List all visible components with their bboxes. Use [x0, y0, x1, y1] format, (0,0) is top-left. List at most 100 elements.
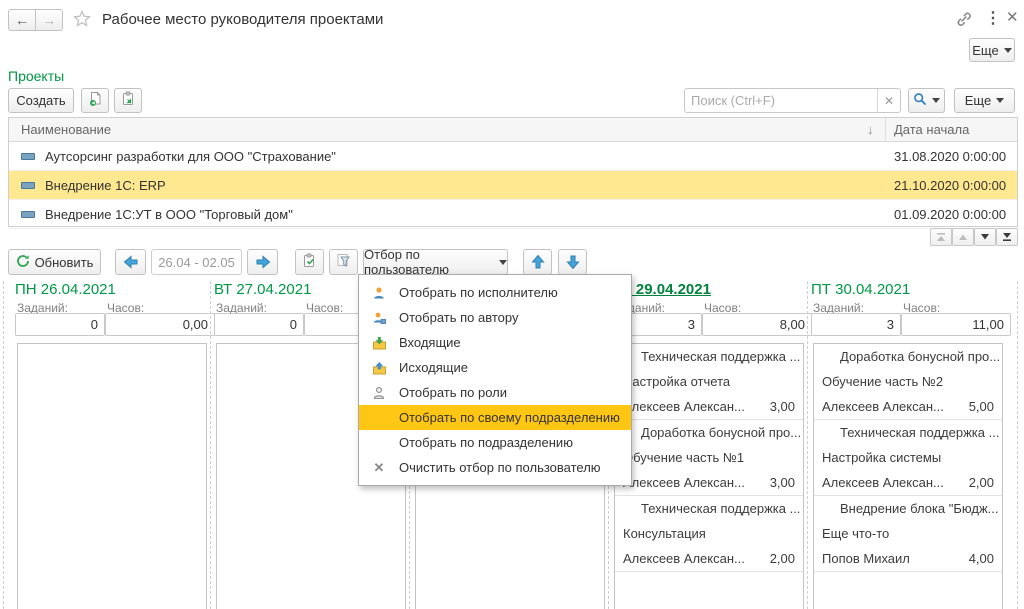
menu-item-label: Отобрать по роли	[399, 385, 508, 400]
menu-item-label: Отобрать по подразделению	[399, 435, 573, 450]
role-icon	[371, 385, 387, 401]
forward-icon: →	[42, 12, 56, 28]
project-name: Аутсорсинг разработки для ООО "Страхован…	[45, 148, 336, 164]
scroll-up-button[interactable]	[952, 228, 974, 246]
back-button[interactable]: ←	[8, 9, 36, 31]
scroll-last-button[interactable]	[996, 228, 1018, 246]
task-assignee-row: Алексеев Алексан... 3,00	[615, 470, 803, 495]
refresh-icon	[16, 254, 30, 271]
next-period-button[interactable]	[247, 249, 278, 275]
table-header[interactable]: Наименование ↓ Дата начала	[9, 118, 1017, 142]
create-by-copy-button[interactable]	[81, 88, 109, 113]
chevron-down-icon	[499, 259, 507, 265]
menu-item[interactable]: Отобрать по роли	[359, 380, 631, 405]
search-clear-icon[interactable]: ✕	[877, 89, 900, 112]
clear-icon: ✕	[373, 459, 385, 475]
clipboard-check-icon	[302, 253, 317, 272]
task-project-name: Доработка бонусной про...	[641, 425, 802, 440]
menu-item[interactable]: Исходящие	[359, 355, 631, 380]
task-card[interactable]: Техническая поддержка ... Настройка систе…	[814, 420, 1002, 496]
tasks-count-field[interactable]: 0	[214, 313, 304, 336]
task-card[interactable]: Техническая поддержка ... Настройка отчет…	[615, 344, 803, 420]
clipboard-button[interactable]	[114, 88, 142, 113]
table-row[interactable]: Внедрение 1С: ERP 21.10.2020 0:00:00	[9, 171, 1017, 200]
task-assignee-row: Алексеев Алексан... 2,00	[615, 546, 803, 571]
forward-button[interactable]: →	[35, 9, 63, 31]
create-button[interactable]: Создать	[8, 88, 74, 113]
form-more-label: Еще	[972, 42, 999, 58]
task-card[interactable]: Доработка бонусной про... Обучение часть …	[615, 420, 803, 496]
task-name: Консультация	[623, 526, 706, 541]
move-down-button[interactable]	[558, 249, 587, 275]
funnel-icon	[336, 253, 351, 271]
task-card[interactable]: Внедрение блока "Бюдж... Еще что-то Попов …	[814, 496, 1002, 572]
task-project-name: Внедрение блока "Бюдж...	[840, 501, 999, 516]
close-icon[interactable]: ✕	[1006, 8, 1019, 26]
chevron-down-icon	[1003, 47, 1012, 53]
menu-item-label: Исходящие	[399, 360, 468, 375]
inbox-icon	[371, 335, 387, 351]
sort-desc-icon: ↓	[867, 122, 874, 137]
refresh-label: Обновить	[34, 254, 94, 270]
table-row[interactable]: Аутсорсинг разработки для ООО "Страхован…	[9, 142, 1017, 171]
refresh-button[interactable]: Обновить	[8, 249, 101, 275]
form-more-button[interactable]: Еще	[969, 38, 1015, 62]
project-start-date: 21.10.2020 0:00:00	[894, 177, 1007, 193]
menu-item[interactable]: Отобрать по автору	[359, 305, 631, 330]
task-card[interactable]: Техническая поддержка ... Консультация Але…	[615, 496, 803, 572]
search-options-button[interactable]	[908, 88, 945, 113]
task-hours: 4,00	[968, 551, 994, 566]
menu-item[interactable]: Отобрать по своему подразделению	[359, 405, 631, 430]
period-field[interactable]: 26.04 - 02.05	[151, 249, 242, 275]
kebab-menu-icon[interactable]: ⋮	[985, 8, 1001, 28]
task-assignee-row: Попов Михаил 4,00	[814, 546, 1002, 571]
column-header-date[interactable]: Дата начала	[894, 122, 969, 137]
projects-table: Наименование ↓ Дата начала Аутсорсинг ра…	[8, 117, 1018, 229]
menu-item[interactable]: Отобрать по исполнителю	[359, 280, 631, 305]
no-icon	[371, 410, 387, 426]
search-input[interactable]	[685, 93, 877, 108]
hours-field[interactable]: 8,00	[702, 313, 812, 336]
prev-period-button[interactable]	[115, 249, 146, 275]
tasks-count-field[interactable]: 0	[15, 313, 105, 336]
column-separator	[3, 281, 4, 609]
tasks-count-field[interactable]: 3	[811, 313, 901, 336]
get-link-icon[interactable]	[955, 10, 973, 31]
task-project-name: Техническая поддержка ...	[840, 425, 1000, 440]
day-task-list[interactable]: Техническая поддержка ... Настройка отчет…	[614, 343, 804, 609]
task-hours: 3,00	[769, 399, 795, 414]
menu-item[interactable]: Входящие	[359, 330, 631, 355]
table-row[interactable]: Внедрение 1С:УТ в ООО "Торговый дом" 01.0…	[9, 200, 1017, 229]
task-assignee: Алексеев Алексан...	[623, 475, 745, 490]
tasks-clipboard-button[interactable]	[295, 249, 324, 275]
hours-field[interactable]: 0,00	[105, 313, 215, 336]
favorite-star-icon[interactable]	[72, 9, 92, 32]
column-separator	[807, 281, 808, 609]
task-assignee-row: Алексеев Алексан... 5,00	[814, 394, 1002, 419]
menu-item[interactable]: Отобрать по подразделению	[359, 430, 631, 455]
create-button-label: Создать	[16, 93, 66, 108]
filter-settings-button[interactable]	[329, 249, 358, 275]
task-assignee: Алексеев Алексан...	[623, 399, 745, 414]
day-task-list[interactable]	[17, 343, 207, 609]
no-icon	[371, 435, 387, 451]
move-up-button[interactable]	[523, 249, 552, 275]
project-start-date: 31.08.2020 0:00:00	[894, 148, 1007, 164]
menu-item[interactable]: ✕ Очистить отбор по пользователю	[359, 455, 631, 480]
user-filter-dropdown-button[interactable]: Отбор по пользователю	[363, 247, 508, 277]
menu-item-label: Отобрать по автору	[399, 310, 519, 325]
project-item-icon	[21, 181, 35, 189]
chevron-down-icon	[996, 98, 1005, 103]
task-hours: 2,00	[968, 475, 994, 490]
hours-field[interactable]: 11,00	[901, 313, 1011, 336]
scroll-down-button[interactable]	[974, 228, 996, 246]
list-more-button[interactable]: Еще	[954, 88, 1015, 113]
task-assignee-row: Алексеев Алексан... 3,00	[615, 394, 803, 419]
scroll-first-button[interactable]	[930, 228, 952, 246]
projects-section-title: Проекты	[8, 68, 65, 84]
day-task-list[interactable]: Доработка бонусной про... Обучение часть …	[813, 343, 1003, 609]
page-title: Рабочее место руководителя проектами	[102, 11, 384, 28]
back-icon: ←	[15, 12, 29, 28]
task-card[interactable]: Доработка бонусной про... Обучение часть …	[814, 344, 1002, 420]
column-header-name[interactable]: Наименование	[21, 122, 111, 137]
